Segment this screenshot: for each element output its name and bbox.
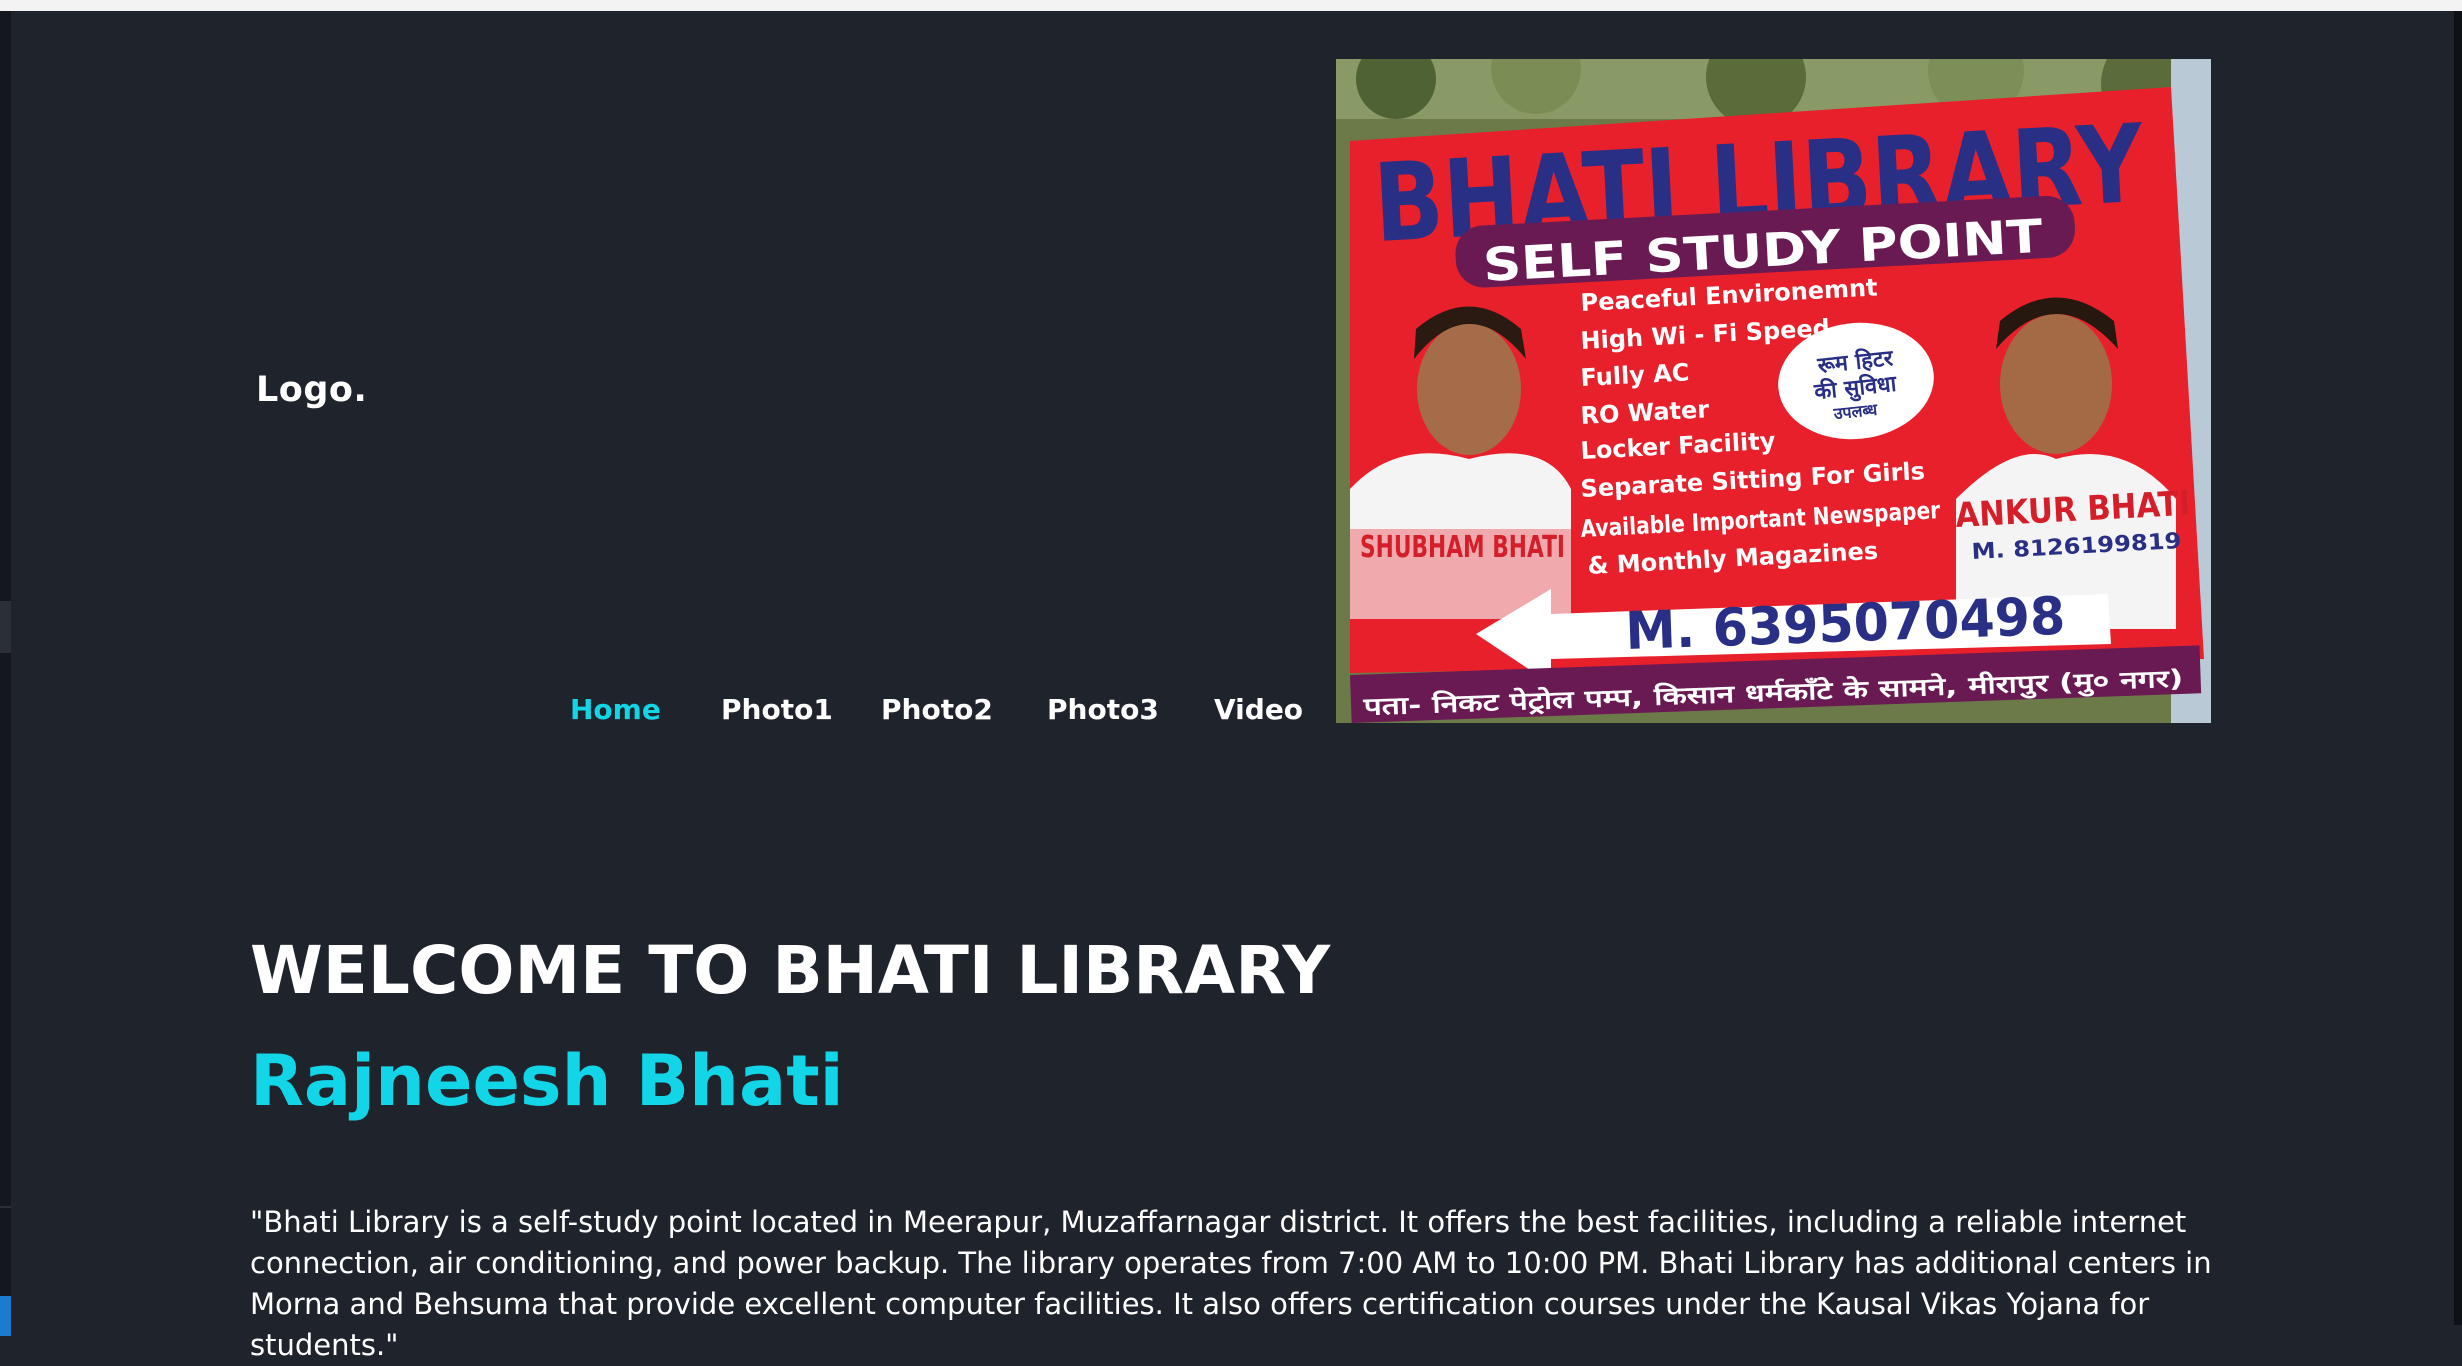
description-text: "Bhati Library is a self-study point loc… [250,1205,2212,1362]
left-window-edge [0,11,11,1336]
nav-photo3[interactable]: Photo3 [1047,693,1159,726]
browser-top-strip [0,0,2462,11]
nav-photo1[interactable]: Photo1 [721,693,833,726]
banner-person-left: SHUBHAM BHATI [1360,530,1565,565]
banner-feature: Fully AC [1580,358,1690,392]
edge-marker [0,1206,11,1208]
right-window-edge [2454,11,2462,1325]
nav-home[interactable]: Home [570,693,661,726]
owner-name: Rajneesh Bhati [250,1040,844,1122]
banner-photo: BHATI LIBRARY SELF STUDY POINT SHUBHAM B… [1336,59,2211,723]
taskbar-fragment [0,1296,11,1336]
site-logo[interactable]: Logo. [256,370,367,410]
edge-marker [0,601,11,653]
nav-video[interactable]: Video [1214,693,1303,726]
page-heading: WELCOME TO BHATI LIBRARY [250,932,1331,1009]
nav-photo2[interactable]: Photo2 [881,693,993,726]
